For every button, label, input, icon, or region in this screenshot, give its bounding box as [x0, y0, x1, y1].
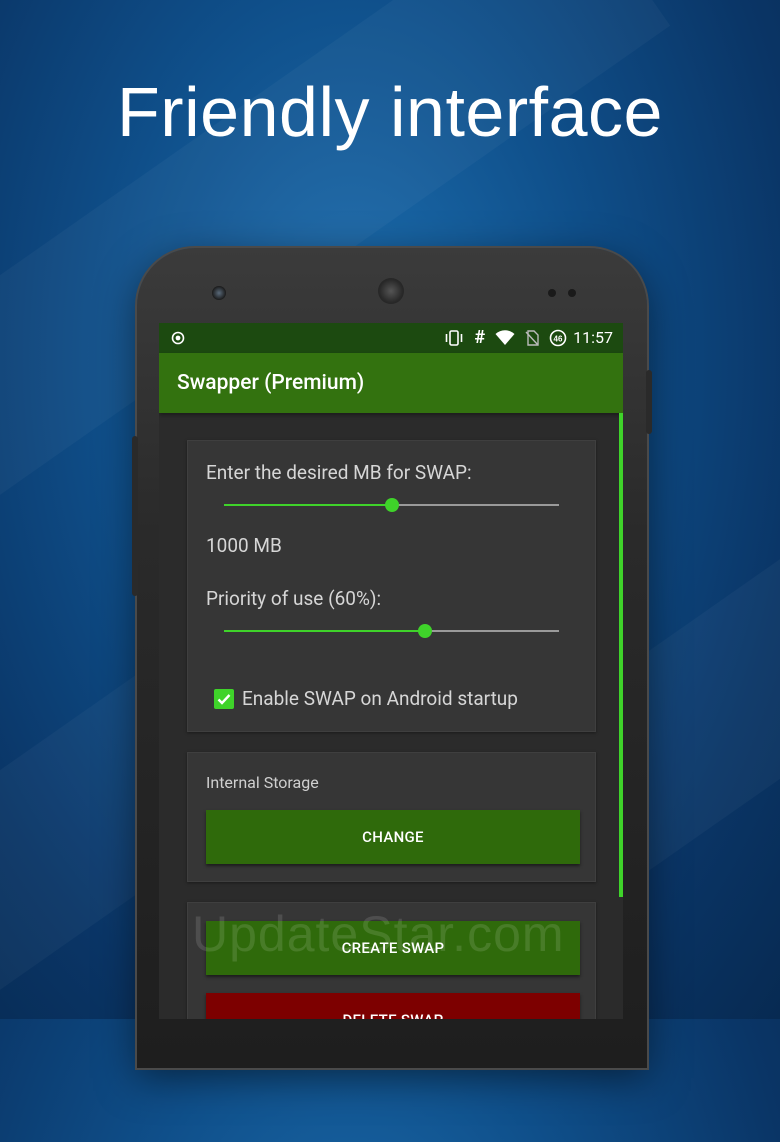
promo-headline: Friendly interface — [117, 73, 663, 151]
slider-thumb[interactable] — [384, 498, 399, 512]
startup-checkbox-label: Enable SWAP on Android startup — [242, 687, 518, 710]
app-title: Swapper (Premium) — [177, 371, 365, 395]
startup-checkbox[interactable] — [214, 688, 234, 709]
earpiece-speaker — [378, 278, 404, 304]
slider-fill — [224, 504, 392, 506]
slider-thumb[interactable] — [418, 624, 432, 638]
front-camera — [212, 286, 226, 300]
app-bar: Swapper (Premium) — [159, 353, 623, 413]
startup-checkbox-row[interactable]: Enable SWAP on Android startup — [214, 687, 518, 710]
main-content: Enter the desired MB for SWAP: 1000 MB P… — [159, 413, 623, 1019]
swap-settings-card: Enter the desired MB for SWAP: 1000 MB P… — [187, 440, 596, 732]
proximity-sensor — [548, 289, 556, 297]
recording-icon — [171, 331, 185, 345]
change-storage-button[interactable]: CHANGE — [206, 810, 580, 864]
svg-text:46: 46 — [554, 335, 563, 344]
status-bar: # 46 11:57 — [159, 323, 623, 353]
delete-swap-button[interactable]: DELETE SWAP — [206, 993, 580, 1019]
priority-slider[interactable] — [224, 618, 559, 644]
vibrate-icon — [446, 330, 463, 346]
light-sensor — [568, 289, 576, 297]
swap-size-label: Enter the desired MB for SWAP: — [206, 461, 472, 484]
battery-saver-icon: 46 — [549, 329, 567, 347]
storage-card: Internal Storage CHANGE — [187, 752, 596, 882]
phone-screen: # 46 11:57 Swapper (Premium) Enter the d… — [159, 323, 623, 1019]
wifi-icon — [495, 330, 515, 345]
checkmark-icon — [217, 693, 231, 705]
no-sim-icon — [525, 330, 539, 346]
priority-label: Priority of use (60%): — [206, 587, 382, 610]
create-swap-button[interactable]: CREATE SWAP — [206, 921, 580, 975]
slider-fill — [224, 630, 425, 632]
storage-location-label: Internal Storage — [206, 773, 319, 792]
hash-icon: # — [474, 327, 486, 348]
actions-card: CREATE SWAP DELETE SWAP — [187, 902, 596, 1019]
phone-volume-button — [132, 436, 138, 596]
swap-size-value: 1000 MB — [206, 534, 282, 557]
phone-power-button — [646, 370, 652, 434]
swap-size-slider[interactable] — [224, 492, 559, 518]
status-time: 11:57 — [573, 328, 613, 347]
